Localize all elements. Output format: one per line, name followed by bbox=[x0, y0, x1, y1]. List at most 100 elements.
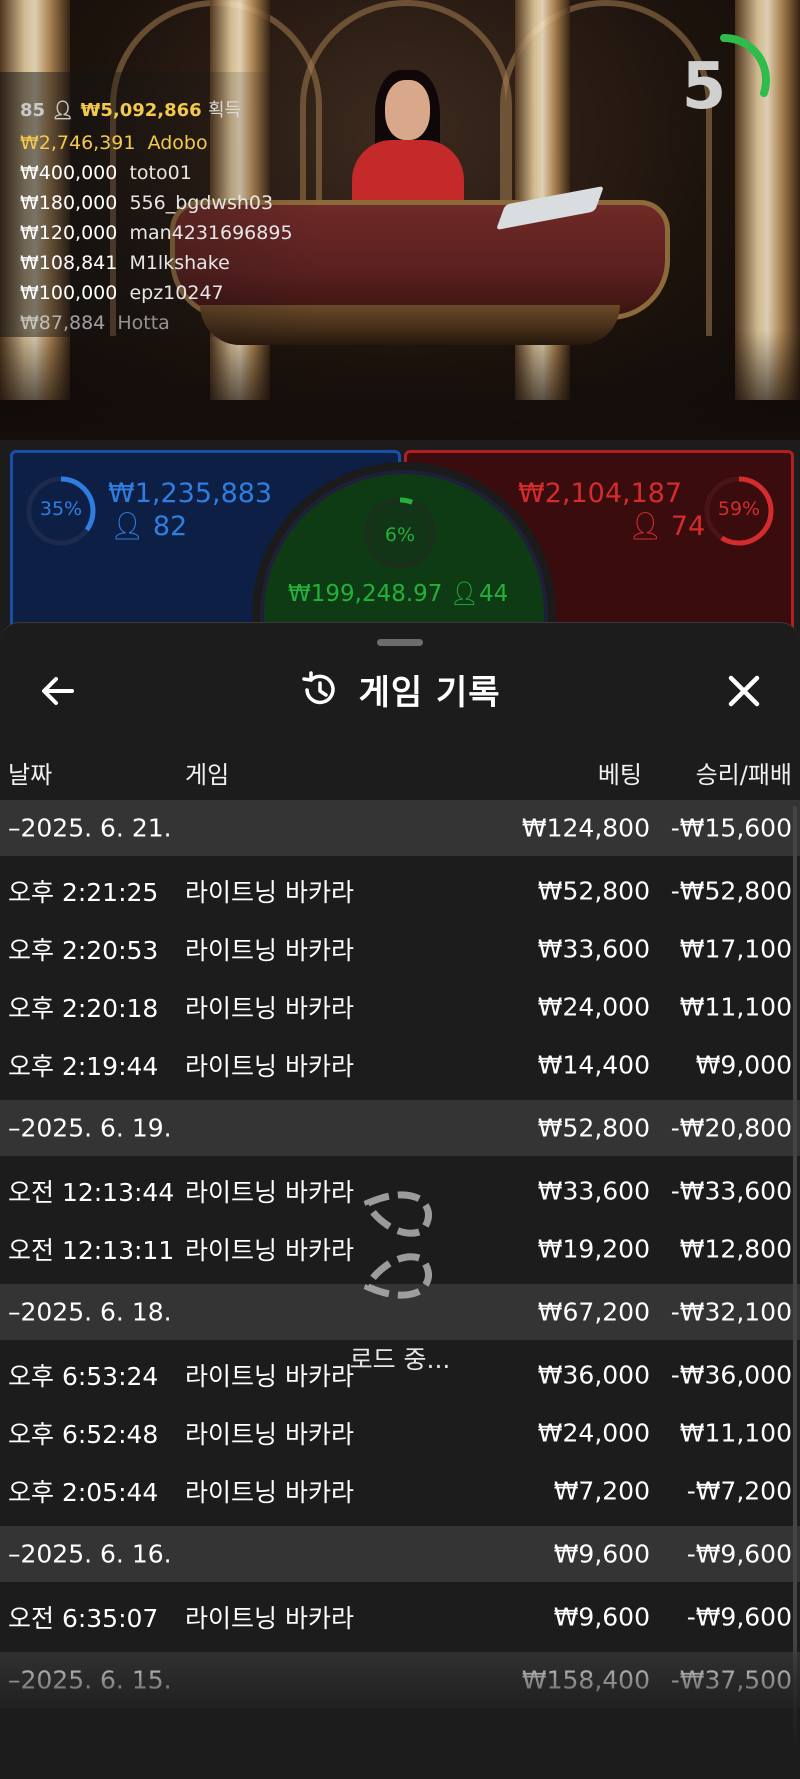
game-bet: ₩14,400 bbox=[537, 1050, 650, 1080]
winners-total: ₩5,092,866 bbox=[80, 100, 202, 121]
banker-total-bet: ₩2,104,187 bbox=[518, 478, 683, 509]
tie-total-bet: ₩199,248.97 bbox=[288, 581, 443, 607]
game-bet: ₩33,600 bbox=[537, 1176, 650, 1206]
game-row[interactable]: 오후 6:52:48 라이트닝 바카라 ₩24,000 ₩11,100 bbox=[0, 1404, 800, 1462]
game-name: 라이트닝 바카라 bbox=[185, 1052, 354, 1081]
group-bet: ₩52,800 bbox=[537, 1113, 650, 1143]
winner-name: epz10247 bbox=[129, 282, 224, 304]
winner-row: ₩87,884 Hotta bbox=[20, 312, 170, 334]
group-result: -₩20,800 bbox=[670, 1113, 792, 1143]
winner-amount: ₩87,884 bbox=[20, 312, 106, 334]
game-row[interactable]: 오후 2:20:53 라이트닝 바카라 ₩33,600 ₩17,100 bbox=[0, 920, 800, 978]
close-icon[interactable] bbox=[722, 669, 766, 713]
group-bet: ₩158,400 bbox=[521, 1665, 650, 1695]
group-bet: ₩67,200 bbox=[537, 1297, 650, 1327]
game-result: -₩7,200 bbox=[686, 1476, 792, 1506]
banker-percent: 59% bbox=[717, 498, 761, 520]
game-result: -₩33,600 bbox=[670, 1176, 792, 1206]
game-bet: ₩36,000 bbox=[537, 1360, 650, 1390]
sheet-title-text: 게임 기록 bbox=[358, 673, 501, 713]
game-name: 라이트닝 바카라 bbox=[185, 1178, 354, 1207]
group-date: –2025. 6. 15. bbox=[8, 1665, 172, 1695]
game-bet: ₩24,000 bbox=[537, 1418, 650, 1448]
game-time: 오후 2:21:25 bbox=[8, 878, 159, 907]
game-result: -₩9,600 bbox=[686, 1602, 792, 1632]
winners-gain-label: 획득 bbox=[207, 100, 242, 121]
date-group-row[interactable]: –2025. 6. 21. ₩124,800 -₩15,600 bbox=[0, 800, 800, 856]
group-date: –2025. 6. 16. bbox=[8, 1539, 172, 1569]
winner-amount: ₩180,000 bbox=[20, 192, 118, 214]
tie-count-value: 44 bbox=[478, 581, 509, 607]
winner-row: ₩2,746,391 Adobo bbox=[20, 132, 208, 154]
group-result: -₩32,100 bbox=[670, 1297, 792, 1327]
game-result: -₩52,800 bbox=[670, 876, 792, 906]
drag-handle[interactable] bbox=[377, 639, 423, 646]
group-bet: ₩124,800 bbox=[521, 813, 650, 843]
winner-row: ₩180,000 556_bgdwsh03 bbox=[20, 192, 273, 214]
column-header-game: 게임 bbox=[185, 761, 230, 789]
column-header-result: 승리/패배 bbox=[695, 761, 792, 789]
game-result: ₩9,000 bbox=[695, 1050, 792, 1080]
game-time: 오후 2:20:18 bbox=[8, 994, 159, 1023]
winners-header: 85 👤︎ ₩5,092,866 획득 bbox=[20, 96, 241, 122]
game-name: 라이트닝 바카라 bbox=[185, 1478, 354, 1507]
group-date: –2025. 6. 19. bbox=[8, 1113, 172, 1143]
spinner-icon bbox=[363, 1191, 432, 1299]
winners-count: 85 bbox=[20, 100, 46, 121]
banker-count: 👤︎ 74 bbox=[628, 510, 705, 542]
player-total-bet: ₩1,235,883 bbox=[108, 478, 273, 509]
game-time: 오후 2:20:53 bbox=[8, 936, 159, 965]
player-count: 👤︎ 82 bbox=[110, 510, 187, 542]
game-name: 라이트닝 바카라 bbox=[185, 1236, 354, 1265]
tie-percent: 6% bbox=[384, 524, 416, 546]
game-row[interactable]: 오후 2:19:44 라이트닝 바카라 ₩14,400 ₩9,000 bbox=[0, 1036, 800, 1094]
loading-label: 로드 중... bbox=[349, 1345, 451, 1374]
group-result: -₩37,500 bbox=[670, 1665, 792, 1695]
game-row[interactable]: 오후 2:20:18 라이트닝 바카라 ₩24,000 ₩11,100 bbox=[0, 978, 800, 1036]
game-bet: ₩19,200 bbox=[537, 1234, 650, 1264]
winner-name: Adobo bbox=[147, 132, 208, 154]
winner-name: Hotta bbox=[117, 312, 170, 334]
game-time: 오전 6:35:07 bbox=[8, 1604, 159, 1633]
group-date: –2025. 6. 18. bbox=[8, 1297, 172, 1327]
game-time: 오후 6:53:24 bbox=[8, 1362, 159, 1391]
countdown-number: 5 bbox=[681, 50, 727, 124]
game-name: 라이트닝 바카라 bbox=[185, 994, 354, 1023]
user-icon: 👤︎ bbox=[51, 100, 75, 121]
group-bet: ₩9,600 bbox=[553, 1539, 650, 1569]
user-icon: 👤︎ bbox=[449, 581, 479, 607]
user-icon: 👤︎ bbox=[628, 511, 663, 542]
user-icon: 👤︎ bbox=[110, 511, 145, 542]
scene-shade bbox=[0, 330, 800, 440]
game-row[interactable]: 오후 2:05:44 라이트닝 바카라 ₩7,200 -₩7,200 bbox=[0, 1462, 800, 1520]
winner-amount: ₩100,000 bbox=[20, 282, 118, 304]
game-name: 라이트닝 바카라 bbox=[185, 936, 354, 965]
player-percent: 35% bbox=[39, 498, 83, 520]
game-bet: ₩7,200 bbox=[553, 1476, 650, 1506]
game-bet: ₩24,000 bbox=[537, 992, 650, 1022]
tie-bet-summary: ₩199,248.97 👤︎44 bbox=[288, 580, 508, 607]
player-count-value: 82 bbox=[152, 511, 188, 542]
history-icon bbox=[302, 670, 336, 704]
scrollbar[interactable] bbox=[793, 806, 797, 1746]
sheet-title: 게임 기록 bbox=[0, 665, 800, 717]
date-group-row[interactable]: –2025. 6. 16. ₩9,600 -₩9,600 bbox=[0, 1526, 800, 1582]
winner-row: ₩100,000 epz10247 bbox=[20, 282, 224, 304]
winner-name: toto01 bbox=[129, 162, 192, 184]
game-row[interactable]: 오전 6:35:07 라이트닝 바카라 ₩9,600 -₩9,600 bbox=[0, 1588, 800, 1646]
winner-name: M1lkshake bbox=[129, 252, 230, 274]
date-group-row[interactable]: –2025. 6. 15. ₩158,400 -₩37,500 bbox=[0, 1652, 800, 1708]
game-result: -₩36,000 bbox=[670, 1360, 792, 1390]
game-row[interactable]: 오후 2:21:25 라이트닝 바카라 ₩52,800 -₩52,800 bbox=[0, 862, 800, 920]
game-name: 라이트닝 바카라 bbox=[185, 878, 354, 907]
column-header-date: 날짜 bbox=[8, 761, 53, 789]
winner-row: ₩120,000 man4231696895 bbox=[20, 222, 293, 244]
banker-count-value: 74 bbox=[670, 511, 706, 542]
column-header-bet: 베팅 bbox=[597, 761, 642, 789]
winner-name: 556_bgdwsh03 bbox=[129, 192, 274, 214]
game-time: 오전 12:13:44 bbox=[8, 1178, 175, 1207]
date-group-row[interactable]: –2025. 6. 19. ₩52,800 -₩20,800 bbox=[0, 1100, 800, 1156]
game-result: ₩11,100 bbox=[679, 992, 792, 1022]
winner-row: ₩108,841 M1lkshake bbox=[20, 252, 230, 274]
winner-row: ₩400,000 toto01 bbox=[20, 162, 192, 184]
